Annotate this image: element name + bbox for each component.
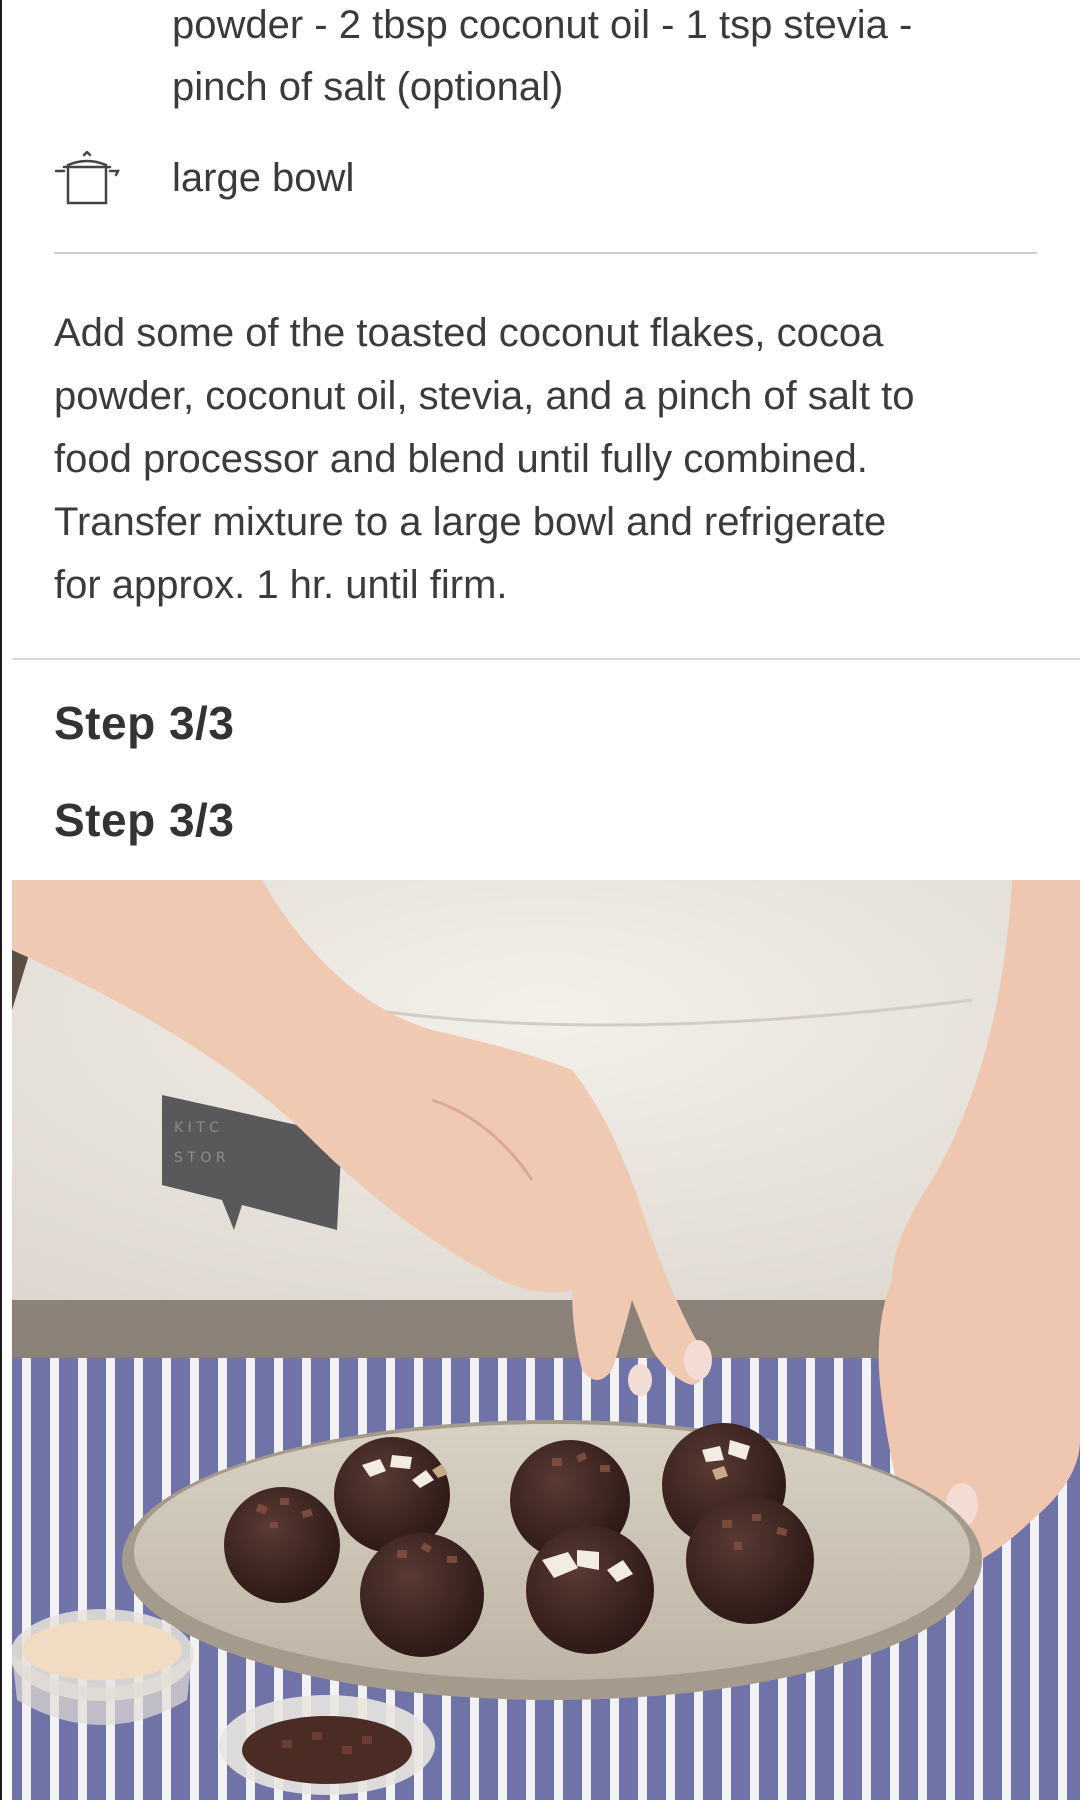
ingredients-text: powder - 2 tbsp coconut oil - 1 tsp stev… bbox=[172, 0, 1012, 118]
apron-logo-text: S T O R bbox=[174, 1150, 226, 1166]
pot-icon bbox=[54, 150, 121, 207]
step-photo: K I T C S T O R bbox=[12, 880, 1080, 1800]
instruction-line: for approx. 1 hr. until firm. bbox=[54, 563, 508, 607]
utensil-label: large bowl bbox=[172, 156, 355, 200]
ingredients-line-1: powder - 2 tbsp coconut oil - 1 tsp stev… bbox=[172, 3, 913, 47]
step-instructions: Add some of the toasted coconut flakes, … bbox=[54, 302, 1039, 617]
instruction-line: powder, coconut oil, stevia, and a pinch… bbox=[54, 374, 915, 418]
step-counter: Step 3/3 bbox=[54, 697, 235, 749]
section-divider bbox=[54, 252, 1037, 254]
left-frame-edge bbox=[0, 0, 2, 1800]
utensil-row: large bowl bbox=[54, 145, 1014, 215]
step-counter-duplicate: Step 3/3 bbox=[54, 794, 235, 846]
instruction-line: Add some of the toasted coconut flakes, … bbox=[54, 311, 884, 355]
instruction-line: Transfer mixture to a large bowl and ref… bbox=[54, 500, 887, 544]
instruction-line: food processor and blend until fully com… bbox=[54, 437, 868, 481]
ingredients-line-2: pinch of salt (optional) bbox=[172, 65, 564, 109]
apron-logo-text: K I T C bbox=[174, 1120, 219, 1136]
step-divider bbox=[12, 658, 1080, 660]
